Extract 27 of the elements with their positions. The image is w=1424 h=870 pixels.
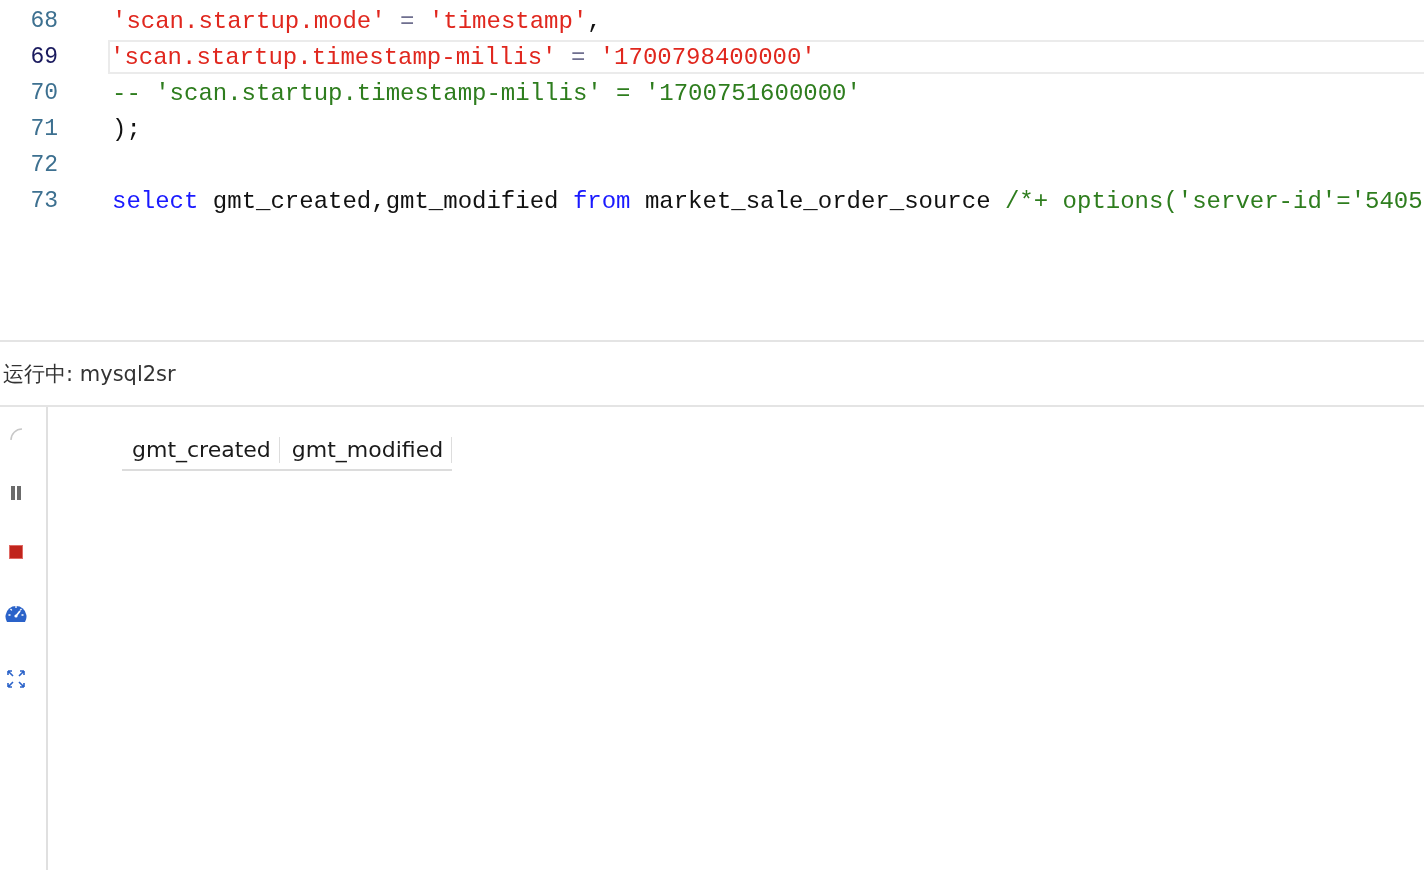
expand-icon[interactable] (6, 669, 26, 689)
line-number: 70 (29, 80, 58, 106)
code-comment: /*+ options('server-id'='5405 (1004, 187, 1423, 215)
string-literal: 'timestamp' (428, 7, 588, 35)
string-literal: 'scan.startup.mode' (112, 7, 386, 35)
column-header[interactable]: gmt_created (132, 437, 280, 463)
code-text: ); (112, 115, 141, 143)
operator: = (569, 43, 587, 71)
sql-keyword: from (572, 187, 631, 215)
run-panel-title: 运行中: mysql2sr (0, 342, 1424, 407)
line-number: 73 (29, 188, 58, 214)
code-comment: -- 'scan.startup.timestamp-millis' = '1700751600000' (112, 79, 861, 107)
string-literal: 'scan.startup.timestamp-millis' (110, 43, 557, 71)
sql-keyword: select (112, 187, 199, 215)
pause-icon[interactable] (9, 485, 23, 501)
code-text: , (587, 7, 602, 35)
line-number: 71 (29, 116, 58, 142)
line-number: 68 (29, 8, 58, 34)
loading-spinner-icon (9, 427, 23, 441)
gauge-icon[interactable] (4, 603, 28, 625)
string-literal: '1700798400000' (599, 43, 816, 71)
code-text: market_sale_order_source (643, 187, 992, 215)
code-text: gmt_created,gmt_modified (211, 187, 560, 215)
operator: = (399, 7, 416, 35)
line-number: 69 (29, 44, 58, 70)
column-header[interactable]: gmt_modified (291, 437, 453, 463)
line-number: 72 (29, 152, 58, 178)
